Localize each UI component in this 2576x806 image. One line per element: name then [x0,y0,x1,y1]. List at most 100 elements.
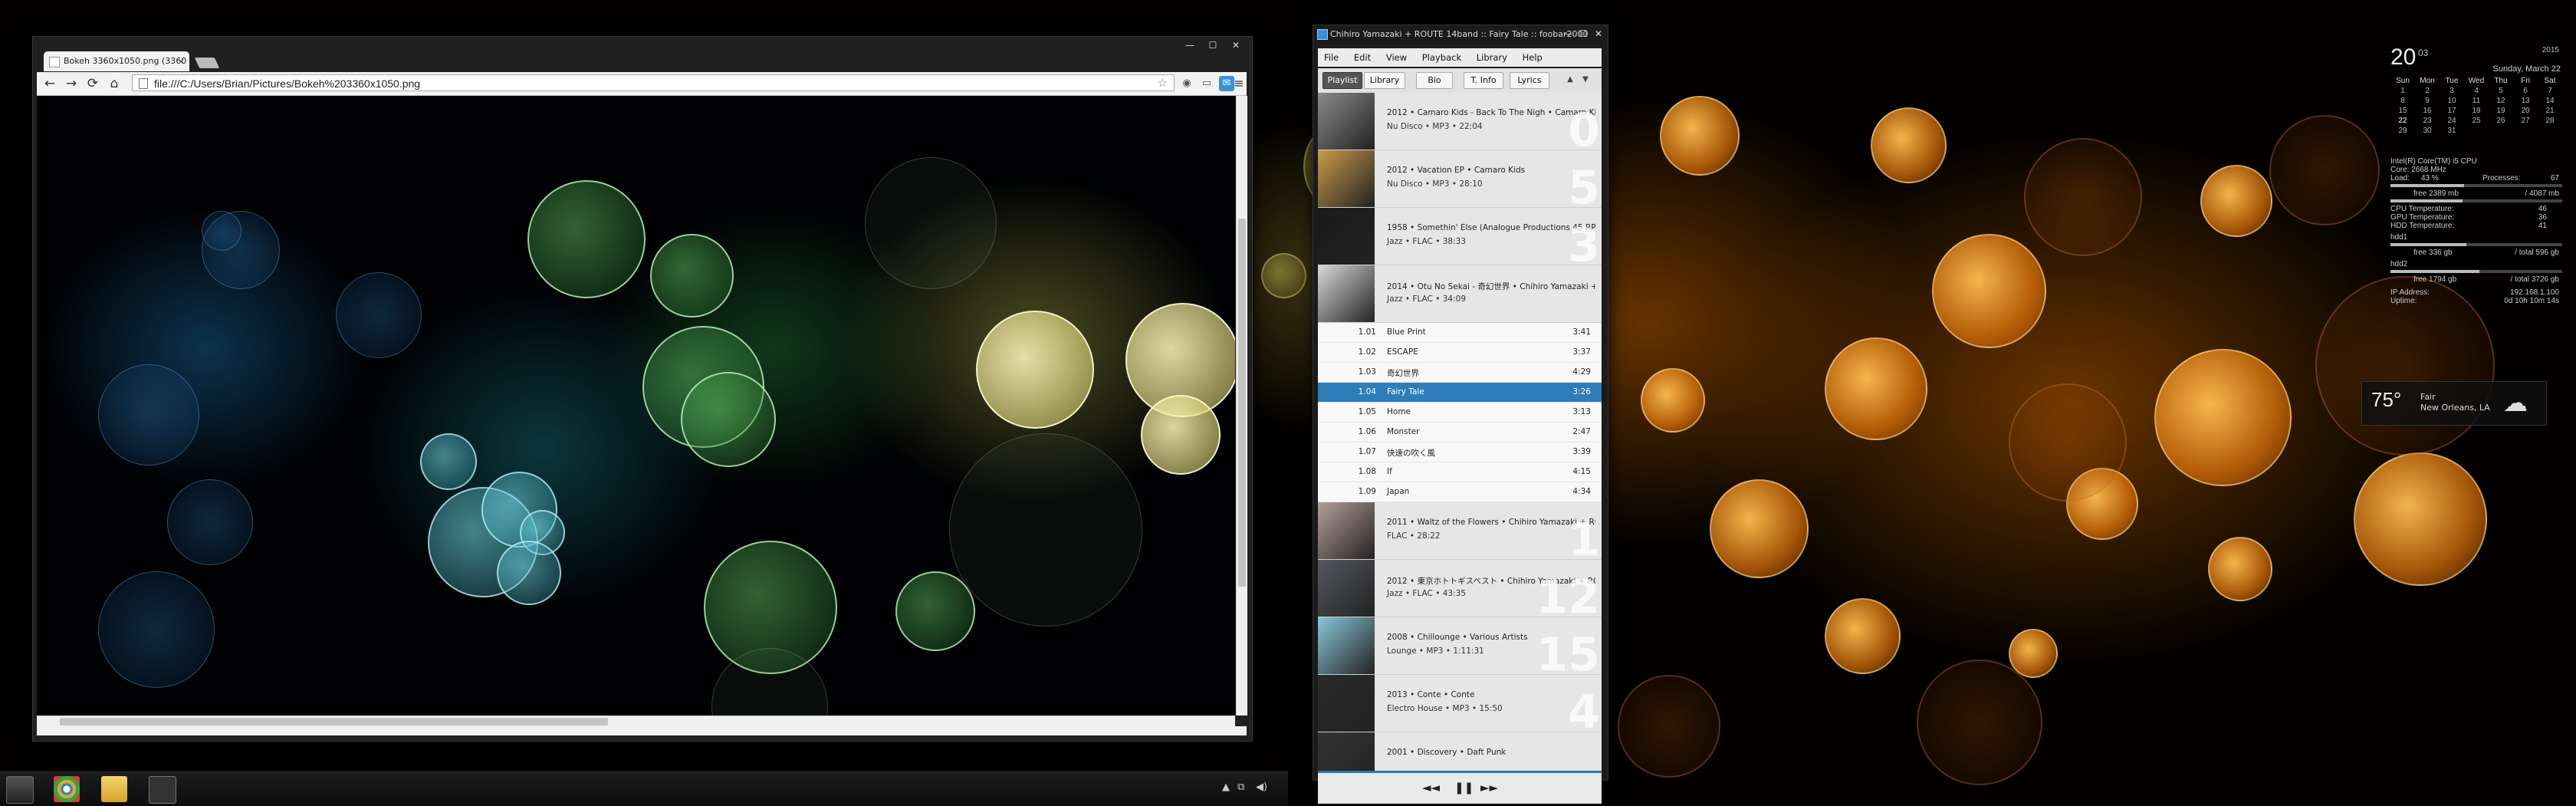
tray-overflow-icon[interactable]: ▲ [1222,781,1230,793]
bokeh-circle [167,479,253,565]
bookmark-star-icon[interactable]: ☆ [1158,75,1168,92]
bokeh-circle [895,571,975,651]
image-viewport [37,96,1235,716]
cast-icon[interactable]: ▭ [1199,76,1214,91]
next-button[interactable]: ►► [1480,781,1498,794]
cpu-temp-row: CPU Temperature: 46 [2390,205,2547,213]
load-value: 43 % [2421,174,2439,183]
home-button[interactable]: ⌂ [106,75,123,92]
calendar-date: 14 [2545,97,2555,105]
weekday-label: Tue [2445,77,2459,85]
close-button[interactable]: ✕ [1591,28,1606,40]
track-row[interactable]: 1.07 快速の吹く風 3:39 [1318,442,1602,462]
menu-edit[interactable]: Edit [1348,48,1377,67]
album-row[interactable]: 2012 • 東京ホトトギスベスト • Chihiro Yamazaki + R… [1318,560,1602,624]
track-duration: 3:37 [1572,347,1591,357]
chrome-icon[interactable] [54,776,80,802]
extension-icon[interactable]: ◉ [1179,76,1194,91]
bokeh-circle [420,433,477,490]
tab-close-icon[interactable]: × [177,51,185,71]
calendar-date: 19 [2496,107,2505,115]
calendar-date: 13 [2521,97,2530,105]
reload-button[interactable]: ⟳ [84,75,101,92]
album-row[interactable]: 2008 • Chillounge • Various Artists Loung… [1318,617,1602,682]
menu-playback[interactable]: Playback [1416,48,1467,67]
track-row-playing[interactable]: 1.04 Fairy Tale 3:26 [1318,383,1602,403]
minimize-button[interactable]: — [1560,28,1576,40]
calendar-week: 22 23 24 25 26 27 28 [2390,117,2562,127]
track-number: 1.07 [1358,447,1376,456]
track-row[interactable]: 1.08 If 4:15 [1318,462,1602,482]
browser-toolbar: ← → ⟳ ⌂ file:///C:/Users/Brian/Pictures/… [37,72,1247,96]
volume-icon[interactable]: ◀) [1256,781,1267,793]
calendar-date [2513,127,2538,137]
new-tab-button[interactable] [194,58,220,68]
track-row[interactable]: 1.01 Blue Print 3:41 [1318,323,1602,343]
tab-track-info[interactable]: T. Info [1464,72,1503,89]
weekday-label: Sun [2396,77,2410,85]
browser-tab[interactable]: Bokeh 3360x1050.png (3360 × [44,51,189,71]
album-index: 4 [1568,686,1600,739]
track-row[interactable]: 1.05 Home 3:13 [1318,403,1602,423]
calendar-date [2538,127,2562,137]
track-row[interactable]: 1.06 Monster 2:47 [1318,423,1602,442]
vertical-scroll-thumb[interactable] [1238,219,1246,587]
track-duration: 2:47 [1572,427,1591,436]
menu-library[interactable]: Library [1470,48,1513,67]
scroll-down-icon[interactable]: ▼ [1579,72,1592,87]
folder-icon[interactable] [101,776,127,802]
album-row[interactable]: 2014 • Otu No Sekai - 奇幻世界 • Chihiro Yam… [1318,265,1602,323]
cpu-name: Intel(R) Core(TM) i5 CPU [2390,157,2477,166]
album-row[interactable]: 1958 • Somethin' Else (Analogue Producti… [1318,208,1602,272]
previous-button[interactable]: ◄◄ [1422,781,1440,794]
cloud-icon: ☁ [2503,388,2528,417]
foobar-icon[interactable] [149,776,176,804]
calendar-date: 18 [2472,107,2481,115]
close-button[interactable]: ✕ [1224,39,1247,51]
album-row[interactable]: 2012 • Vacation EP • Camaro Kids Nu Disco… [1318,150,1602,215]
calendar-date [2489,127,2513,137]
tab-title: Bokeh 3360x1050.png (3360 [64,56,187,66]
menu-button[interactable]: ≡ [1231,76,1247,91]
album-cover [1318,675,1375,732]
album-index: 15 [1536,628,1601,682]
menu-view[interactable]: View [1380,48,1413,67]
track-number: 1.09 [1358,487,1376,496]
maximize-button[interactable]: ☐ [1201,39,1224,51]
album-row[interactable]: 2013 • Conte • Conte Electro House • MP3 … [1318,675,1602,739]
player-titlebar: Chihiro Yamazaki + ROUTE 14band :: Fairy… [1313,25,1608,44]
album-row[interactable]: 2001 • Discovery • Daft Punk [1318,732,1602,771]
horizontal-scroll-thumb[interactable] [60,718,608,725]
vertical-scrollbar[interactable] [1236,96,1247,716]
tab-bio[interactable]: Bio [1416,72,1453,89]
weather-widget: 75° Fair New Orleans, LA ☁ [2361,381,2547,426]
tab-library[interactable]: Library [1364,72,1405,89]
forward-button[interactable]: → [63,75,80,92]
pause-button[interactable]: ❚❚ [1454,781,1474,794]
back-button[interactable]: ← [41,75,58,92]
album-row[interactable]: 2011 • Waltz of the Flowers • Chihiro Ya… [1318,502,1602,567]
cpu-speed: Core: 2668 MHz [2390,166,2446,174]
track-title: Japan [1387,487,1410,496]
tab-playlist[interactable]: Playlist [1322,72,1362,89]
maximize-button[interactable]: ☐ [1576,28,1591,40]
calendar-date: 10 [2447,97,2456,105]
album-index: 5 [1568,161,1600,215]
track-row[interactable]: 1.09 Japan 4:34 [1318,482,1602,502]
scroll-up-icon[interactable]: ▲ [1563,72,1577,87]
network-icon[interactable]: ⧉ [1237,781,1244,793]
horizontal-scrollbar[interactable] [37,716,1235,727]
album-info-line: Jazz • FLAC • 34:09 [1387,294,1467,304]
address-bar[interactable]: file:///C:/Users/Brian/Pictures/Bokeh%20… [132,74,1175,91]
minimize-button[interactable]: — [1178,39,1201,51]
calendar-date: 16 [2423,107,2432,115]
album-row[interactable]: 2012 • Camaro Kids - Back To The Nigh • … [1318,93,1602,157]
ram-free: free 2389 mb [2413,189,2459,198]
tab-lyrics[interactable]: Lyrics [1510,72,1549,89]
track-row[interactable]: 1.02 ESCAPE 3:37 [1318,343,1602,363]
start-button[interactable] [6,776,34,804]
menu-file[interactable]: File [1318,48,1345,67]
ram-row: free 2389 mb / 4087 mb [2390,189,2562,198]
menu-help[interactable]: Help [1516,48,1549,67]
track-row[interactable]: 1.03 奇幻世界 4:29 [1318,363,1602,383]
